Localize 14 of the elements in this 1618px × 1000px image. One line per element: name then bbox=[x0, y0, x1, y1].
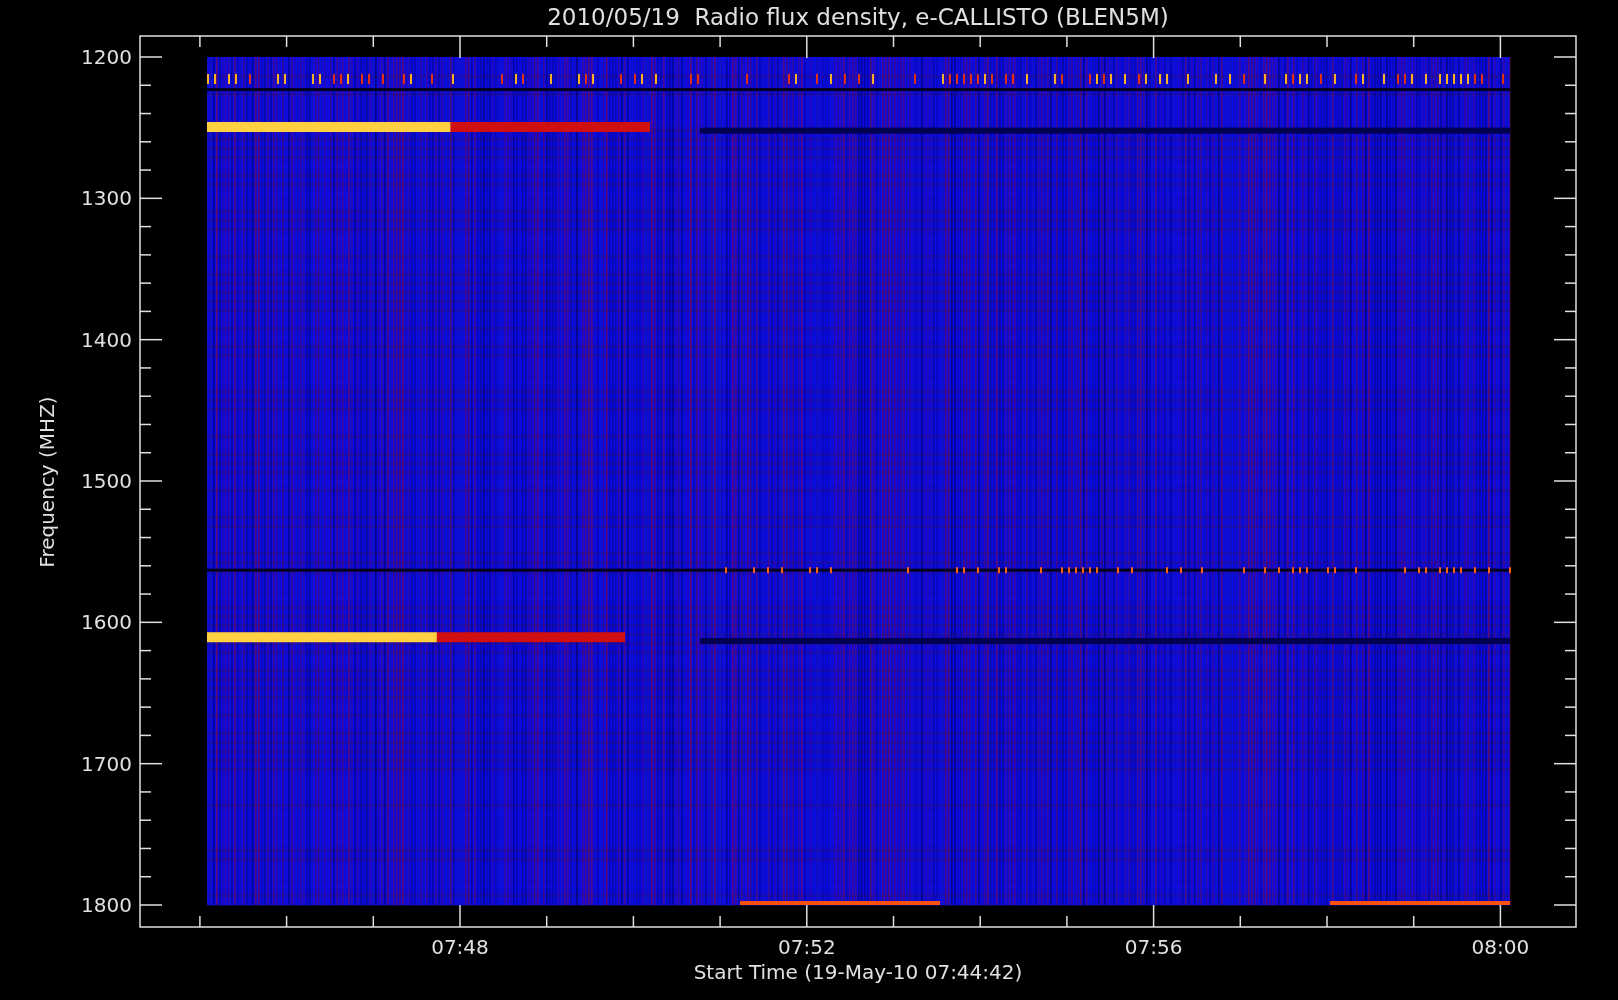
y-tick-label: 1700 bbox=[81, 751, 132, 776]
y-tick-label: 1600 bbox=[81, 610, 132, 635]
x-tick-label: 07:52 bbox=[778, 935, 836, 959]
x-axis-label: Start Time (19-May-10 07:44:42) bbox=[693, 960, 1023, 984]
y-tick-label: 1400 bbox=[81, 327, 132, 352]
x-tick-label: 08:00 bbox=[1471, 935, 1530, 959]
y-tick-label: 1200 bbox=[81, 45, 132, 69]
x-tick-label: 07:56 bbox=[1124, 935, 1183, 959]
x-tick-label: 07:48 bbox=[431, 935, 489, 959]
y-tick-label: 1300 bbox=[81, 186, 132, 211]
y-tick-label: 1500 bbox=[81, 469, 132, 493]
plot-title: 2010/05/19 Radio flux density, e-CALLISTO (BLEN5M) bbox=[547, 4, 1169, 30]
y-tick-label: 1800 bbox=[81, 893, 132, 917]
y-axis-label: Frequency (MHZ) bbox=[35, 396, 59, 568]
